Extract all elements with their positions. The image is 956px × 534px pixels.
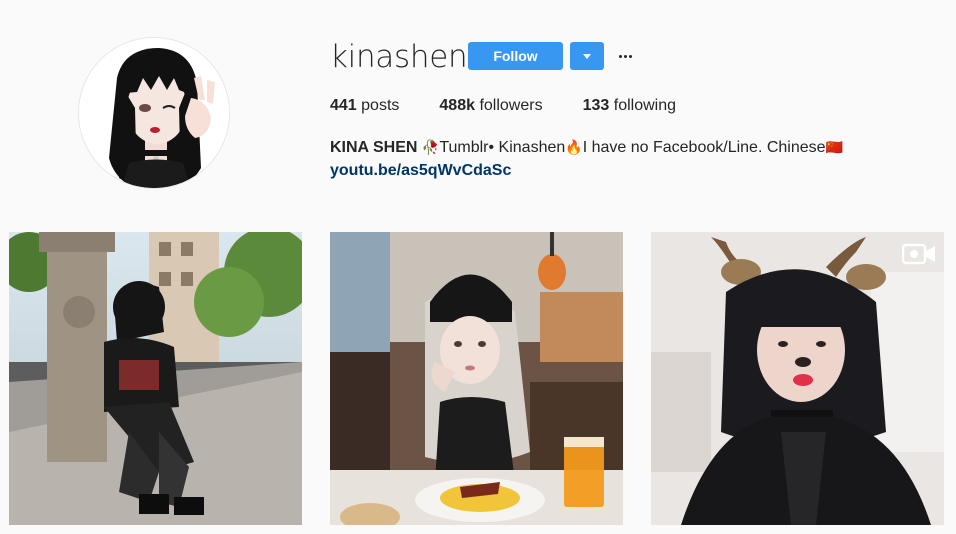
post-thumbnail[interactable]	[330, 232, 623, 525]
post-thumbnail[interactable]	[9, 232, 302, 525]
suggestions-dropdown-button[interactable]	[570, 42, 604, 70]
profile-username: kinashen	[330, 39, 468, 75]
follow-button[interactable]: Follow	[468, 42, 563, 70]
more-options-button[interactable]	[614, 45, 636, 67]
following-label: following	[613, 97, 677, 114]
profile-bio: KINA SHEN 🥀Tumblr• Kinashen🔥I have no Fa…	[330, 136, 843, 159]
china-flag-emoji: 🇨🇳	[825, 139, 843, 155]
bio-full-name: KINA SHEN	[330, 139, 418, 156]
following-count[interactable]: 133 following	[583, 96, 676, 116]
more-options-icon	[618, 54, 632, 58]
followers-count[interactable]: 488k followers	[439, 96, 542, 116]
posts-count: 441 posts	[330, 96, 399, 116]
bio-external-link[interactable]: youtu.be/as5qWvCdaSc	[330, 160, 511, 182]
posts-number: 441	[330, 97, 357, 114]
post-thumbnail[interactable]	[651, 232, 944, 525]
bio-text-tumblr: Tumblr• Kinashen	[439, 139, 566, 156]
followers-number: 488k	[439, 97, 475, 114]
post-image-deer-filter	[651, 232, 944, 525]
avatar-illustration	[79, 38, 229, 188]
post-image-street-sitting	[9, 232, 302, 525]
following-number: 133	[582, 97, 610, 114]
rose-emoji: 🥀	[421, 139, 440, 155]
profile-stats: 441 posts 488k followers 133 following	[330, 96, 716, 116]
video-camera-icon	[902, 243, 935, 265]
followers-label: followers	[479, 97, 543, 114]
posts-label: posts	[361, 97, 400, 114]
chevron-down-icon	[583, 53, 591, 59]
fire-emoji: 🔥	[565, 139, 583, 155]
profile-avatar[interactable]	[78, 37, 230, 189]
bio-text-facebook: I have no Facebook/Line. Chinese	[582, 139, 826, 156]
post-image-cafe	[330, 232, 623, 525]
